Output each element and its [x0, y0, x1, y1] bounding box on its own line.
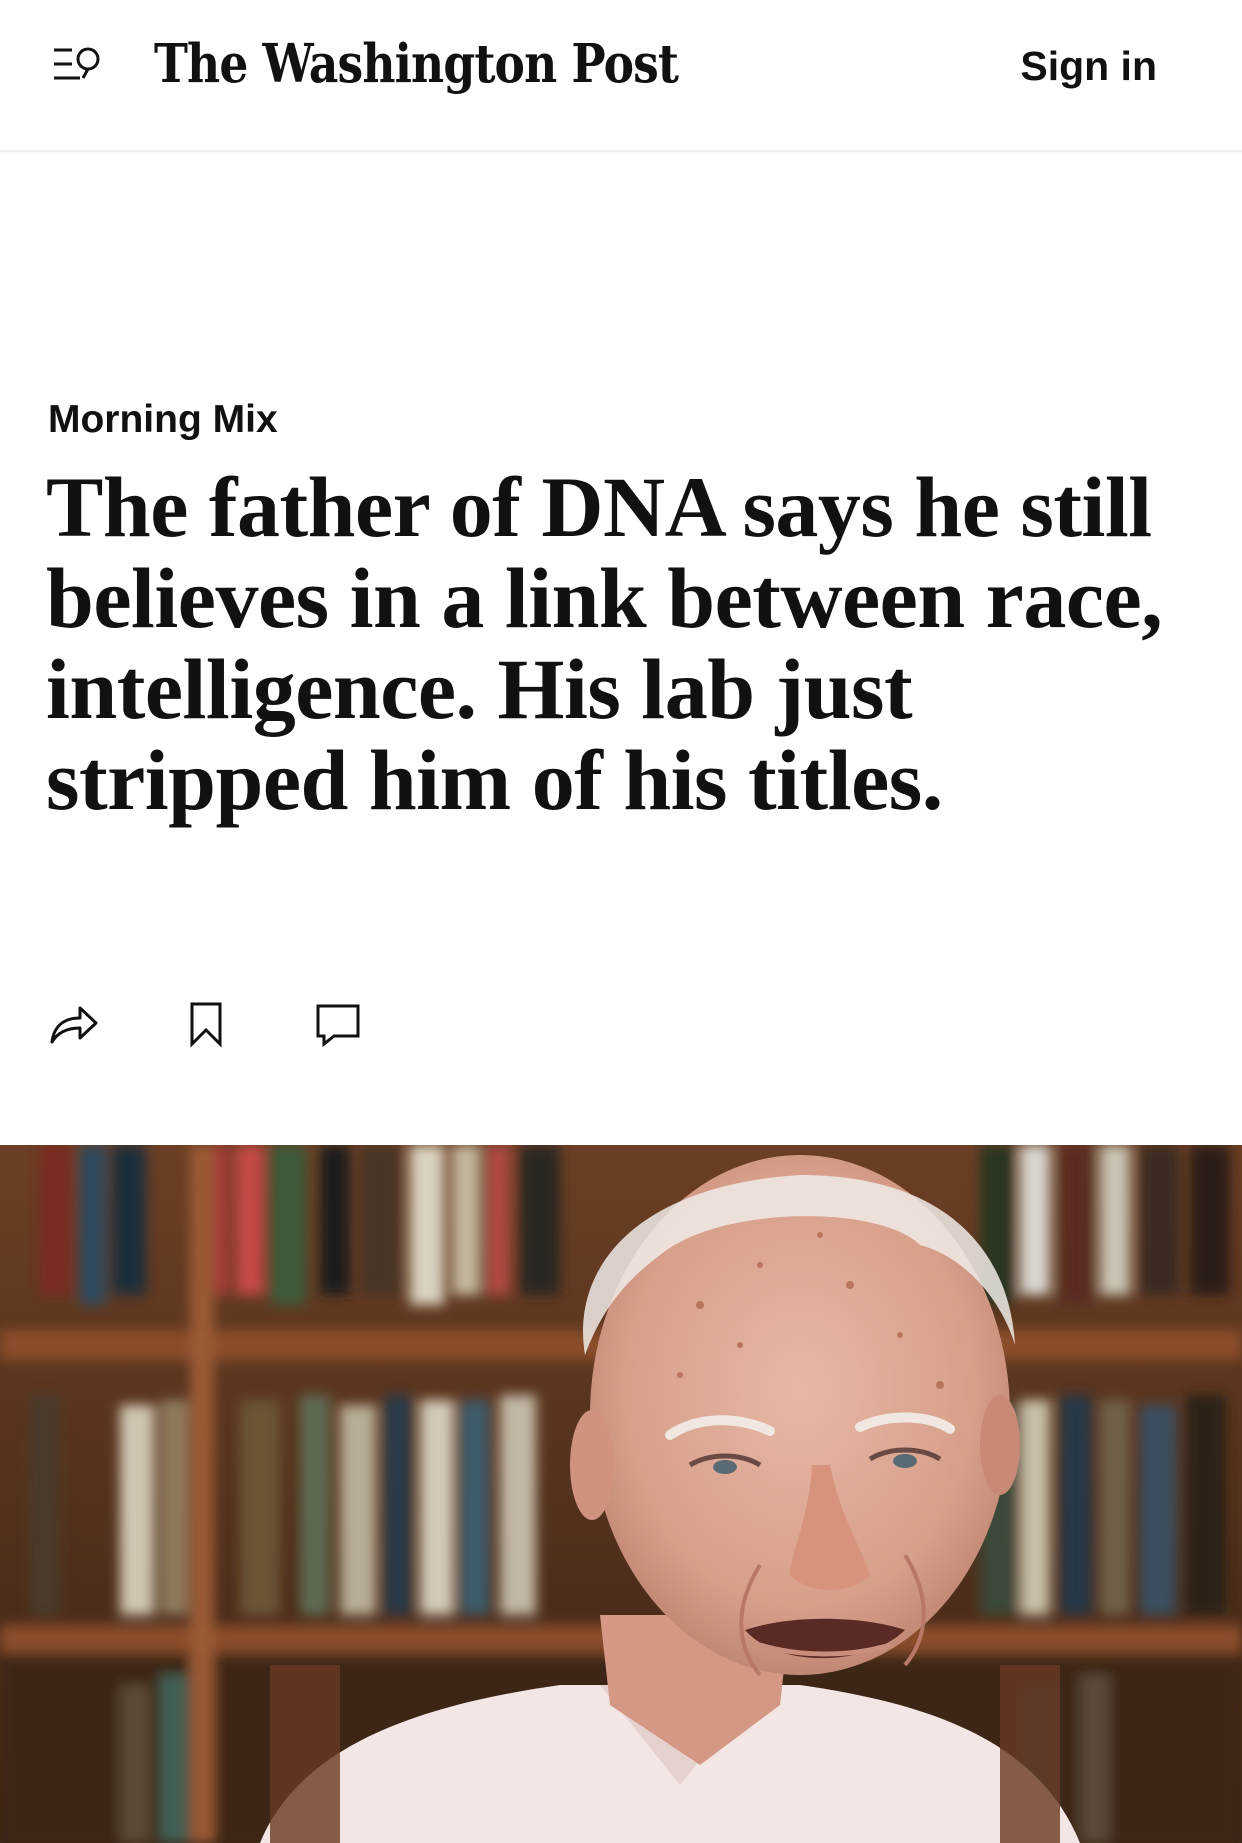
site-header: The Washington Post Sign in: [0, 0, 1242, 152]
sign-in-button[interactable]: Sign in: [1020, 42, 1157, 90]
lead-photo: [0, 1145, 1242, 1843]
article-actions: [46, 996, 446, 1056]
comment-icon[interactable]: [310, 996, 366, 1052]
site-logo[interactable]: The Washington Post: [154, 26, 679, 102]
article-headline: The father of DNA says he still believes…: [46, 459, 1163, 828]
section-kicker[interactable]: Morning Mix: [48, 396, 278, 444]
share-icon[interactable]: [46, 996, 102, 1052]
bookmark-icon[interactable]: [178, 996, 234, 1052]
menu-search-icon[interactable]: [52, 44, 104, 86]
